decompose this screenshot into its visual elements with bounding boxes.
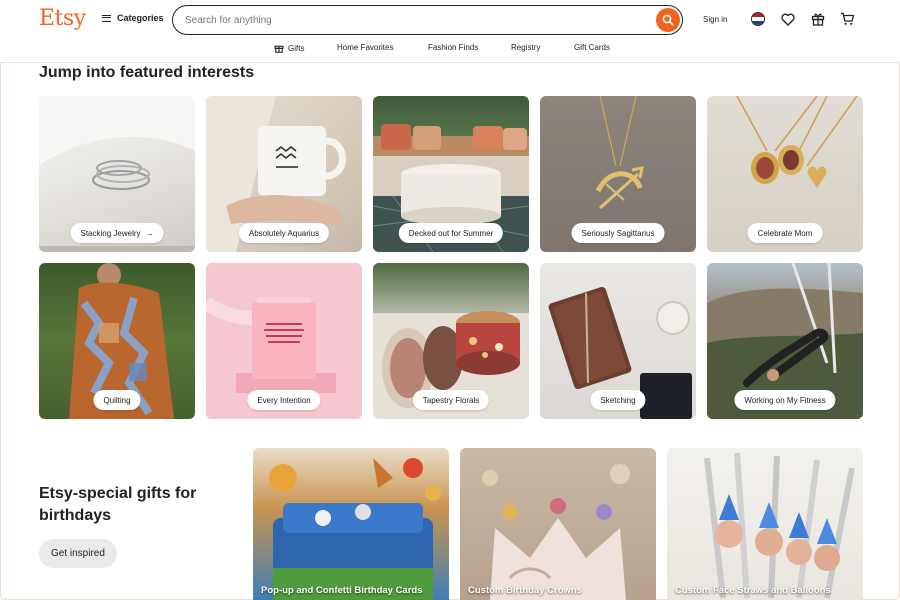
tile-label-pill: Tapestry Florals [412, 390, 490, 410]
search-button[interactable] [656, 8, 680, 32]
category-subnav: Gifts Home Favorites Fashion Finds Regis… [0, 41, 900, 55]
cart-icon [840, 12, 854, 25]
interest-tile-quilting[interactable]: Quilting [39, 263, 195, 419]
subnav-label: Registry [511, 43, 541, 52]
tile-label-pill: Seriously Sagittarius [571, 223, 665, 243]
birthday-card-popup-cards[interactable]: Pop-up and Confetti Birthday Cards [253, 448, 449, 600]
birthday-card-face-straws[interactable]: Custom Face Straws and Balloons [667, 448, 863, 600]
sign-in-link[interactable]: Sign in [703, 15, 727, 24]
birthday-card-custom-crowns[interactable]: Custom Birthday Crowns [460, 448, 656, 600]
birthday-crown-photo [460, 448, 656, 600]
card-label: Pop-up and Confetti Birthday Cards [261, 585, 423, 596]
categories-label: Categories [117, 13, 164, 23]
arrow-right-icon: → [145, 228, 154, 238]
tile-label: Quilting [103, 395, 131, 405]
tile-label-pill: Every Intention [247, 390, 321, 410]
tile-label: Working on My Fitness [744, 395, 826, 405]
get-inspired-button[interactable]: Get inspired [39, 539, 117, 568]
subnav-label: Fashion Finds [428, 43, 479, 52]
tile-label: Sketching [600, 395, 636, 405]
tile-label-pill: Stacking Jewelry → [70, 223, 164, 243]
menu-icon [102, 14, 111, 22]
search-bar [172, 5, 683, 35]
subnav-item-registry[interactable]: Registry [511, 43, 540, 52]
cart-button[interactable] [839, 11, 855, 27]
heart-icon [781, 13, 795, 26]
tile-label: Decked out for Summer [408, 228, 494, 238]
search-input[interactable] [185, 12, 635, 28]
featured-interests-title: Jump into featured interests [39, 64, 255, 81]
subnav-item-home-favorites[interactable]: Home Favorites [337, 43, 393, 52]
subnav-item-gifts[interactable]: Gifts [274, 43, 304, 53]
subnav-item-fashion-finds[interactable]: Fashion Finds [428, 43, 478, 52]
interest-tile-seriously-sagittarius[interactable]: Seriously Sagittarius [540, 96, 696, 252]
gift-mode-button[interactable] [810, 11, 826, 27]
interest-tile-decked-out-for-summer[interactable]: Decked out for Summer [373, 96, 529, 252]
tile-label-pill: Quilting [93, 390, 141, 410]
tile-label-pill: Working on My Fitness [734, 390, 836, 410]
interest-tile-tapestry-florals[interactable]: Tapestry Florals [373, 263, 529, 419]
subnav-label: Gifts [288, 43, 305, 53]
tile-label: Seriously Sagittarius [581, 228, 655, 238]
search-icon [662, 14, 674, 26]
favorites-button[interactable] [780, 11, 796, 27]
tile-label-pill: Decked out for Summer [398, 223, 504, 243]
language-flag-icon[interactable] [751, 12, 765, 26]
card-label: Custom Face Straws and Balloons [675, 585, 831, 596]
interest-tile-absolutely-aquarius[interactable]: Absolutely Aquarius [206, 96, 362, 252]
subnav-label: Gift Cards [574, 43, 611, 52]
tile-label-pill: Sketching [590, 390, 646, 410]
tile-label: Celebrate Mom [757, 228, 813, 238]
categories-button[interactable]: Categories [102, 13, 164, 23]
face-straws-photo [667, 448, 863, 600]
etsy-logo[interactable]: Etsy [39, 6, 86, 31]
gift-icon [274, 45, 284, 53]
site-header: Etsy Categories Sign in [0, 0, 900, 63]
popup-card-photo [253, 448, 449, 600]
birthday-gifts-title: Etsy-special gifts for birthdays [39, 485, 197, 524]
interest-tile-sketching[interactable]: Sketching [540, 263, 696, 419]
tile-label: Tapestry Florals [422, 395, 480, 405]
interest-tile-working-on-my-fitness[interactable]: Working on My Fitness [707, 263, 863, 419]
card-label: Custom Birthday Crowns [468, 585, 583, 596]
tile-label: Stacking Jewelry [80, 228, 141, 238]
interest-tile-every-intention[interactable]: Every Intention [206, 263, 362, 419]
subnav-item-gift-cards[interactable]: Gift Cards [574, 43, 610, 52]
gift-icon [811, 13, 825, 26]
tile-label-pill: Celebrate Mom [747, 223, 823, 243]
tile-label: Every Intention [257, 395, 311, 405]
tile-label-pill: Absolutely Aquarius [238, 223, 330, 243]
tile-label: Absolutely Aquarius [248, 228, 320, 238]
interest-tile-stacking-jewelry[interactable]: Stacking Jewelry → [39, 96, 195, 252]
interest-tile-celebrate-mom[interactable]: Celebrate Mom [707, 96, 863, 252]
subnav-label: Home Favorites [337, 43, 394, 52]
